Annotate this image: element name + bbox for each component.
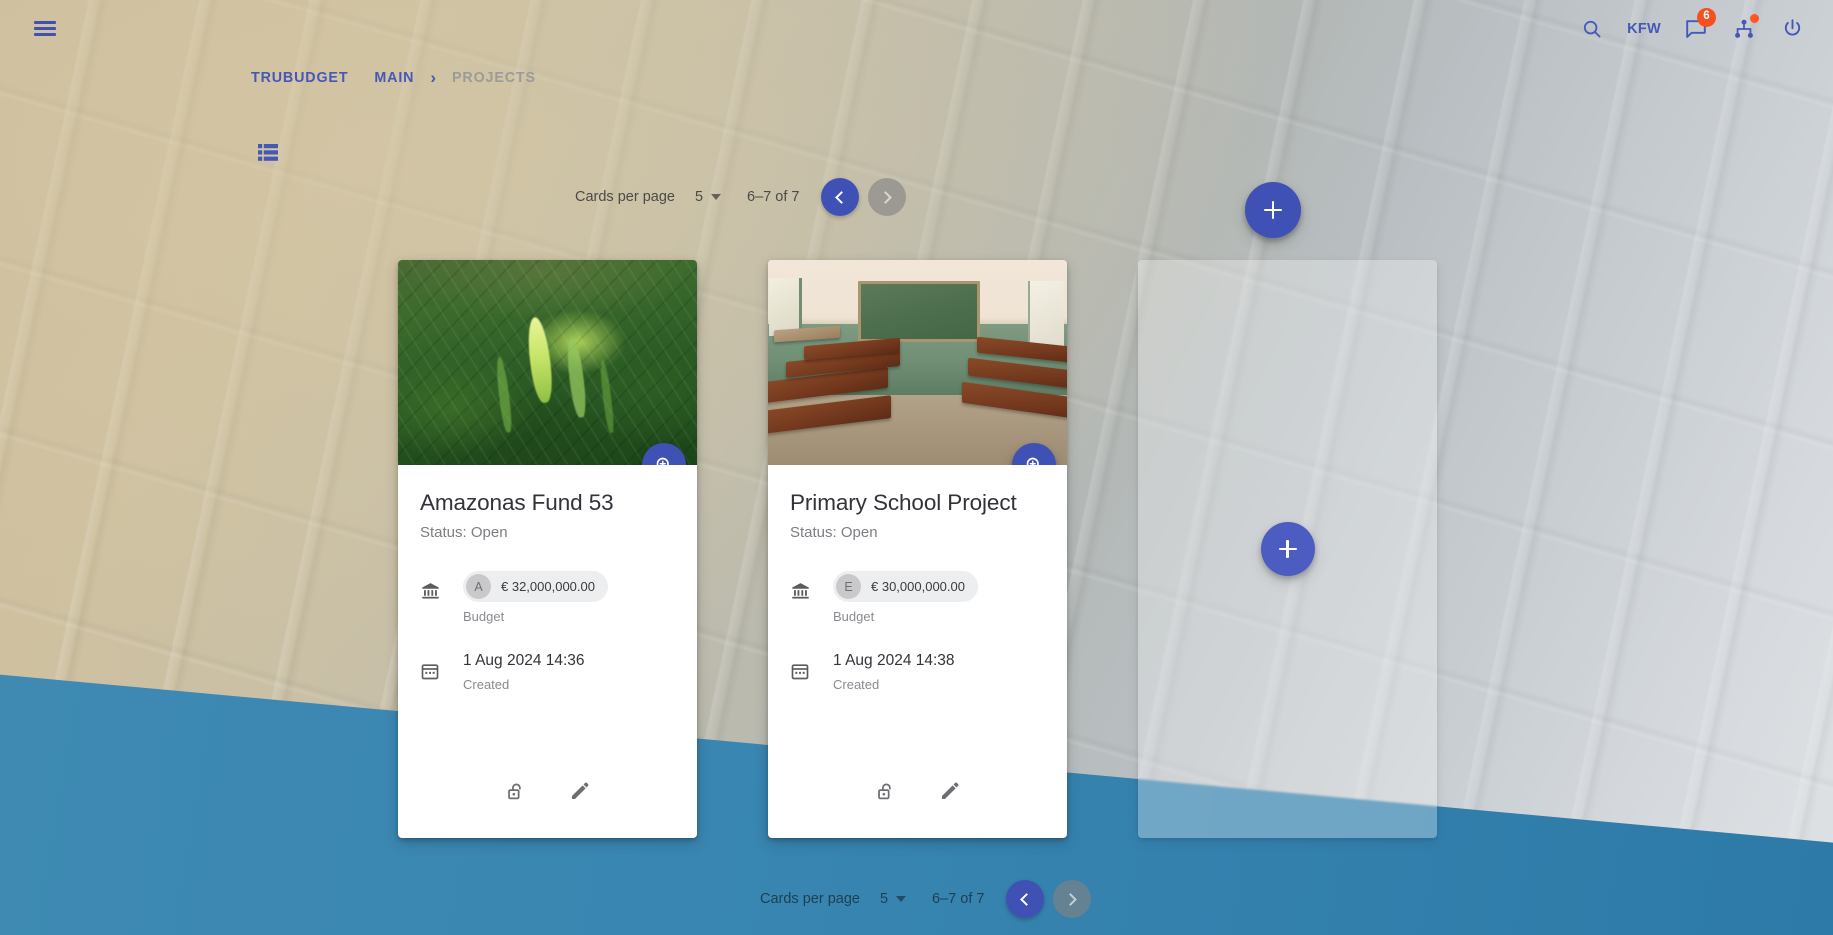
breadcrumb-item-trubudget[interactable]: TRUBUDGET bbox=[238, 70, 361, 86]
calendar-icon bbox=[420, 652, 448, 681]
pencil-icon bbox=[571, 782, 589, 799]
budget-organization-avatar: A bbox=[466, 574, 491, 599]
breadcrumb-item-main[interactable]: MAIN bbox=[361, 70, 427, 86]
project-card[interactable]: Primary School Project Status: Open E € … bbox=[768, 260, 1067, 838]
top-bar: KFW 6 bbox=[0, 0, 1833, 57]
network-status-dot bbox=[1750, 13, 1759, 23]
project-card-actions bbox=[768, 762, 1067, 838]
pagination-next-button bbox=[1053, 880, 1092, 918]
created-date: 1 Aug 2024 14:36 bbox=[463, 652, 585, 669]
budget-chip[interactable]: E € 30,000,000.00 bbox=[833, 571, 978, 602]
list-view-toggle-button[interactable] bbox=[248, 132, 288, 172]
cards-per-page-label: Cards per page bbox=[575, 189, 675, 205]
chevron-down-icon bbox=[711, 194, 722, 200]
budget-caption: Budget bbox=[463, 609, 505, 624]
classroom-window bbox=[769, 278, 803, 336]
edit-button[interactable] bbox=[929, 770, 971, 812]
project-card-body: Primary School Project Status: Open E € … bbox=[768, 465, 1067, 762]
search-icon bbox=[1583, 20, 1601, 37]
chevron-down-icon bbox=[896, 896, 907, 902]
network-button[interactable] bbox=[1721, 6, 1767, 52]
bank-icon bbox=[420, 571, 448, 601]
bank-icon bbox=[790, 571, 818, 601]
pagination-range-label: 6–7 of 7 bbox=[932, 891, 985, 907]
budget-amount: € 32,000,000.00 bbox=[501, 579, 595, 594]
chevron-right-icon bbox=[1064, 892, 1078, 906]
project-budget-body: E € 30,000,000.00 Budget bbox=[833, 571, 978, 624]
zoom-in-icon bbox=[656, 457, 669, 465]
organization-label: KFW bbox=[1627, 20, 1661, 37]
pagination-range-label: 6–7 of 7 bbox=[747, 189, 800, 205]
project-zoom-button[interactable] bbox=[642, 443, 686, 465]
list-view-icon bbox=[258, 143, 278, 161]
created-caption: Created bbox=[463, 677, 510, 692]
project-created-row: 1 Aug 2024 14:36 Created bbox=[420, 652, 675, 692]
created-date: 1 Aug 2024 14:38 bbox=[833, 652, 955, 669]
project-card[interactable]: Amazonas Fund 53 Status: Open A € 32,000… bbox=[398, 260, 697, 838]
chevron-left-icon bbox=[1020, 892, 1034, 906]
budget-caption: Budget bbox=[833, 609, 875, 624]
pagination-bottom: Cards per page 5 6–7 of 7 bbox=[760, 880, 1100, 918]
cards-per-page-label: Cards per page bbox=[760, 891, 860, 907]
classroom-chalkboard bbox=[857, 280, 981, 342]
project-budget-body: A € 32,000,000.00 Budget bbox=[463, 571, 608, 624]
project-card-image bbox=[768, 260, 1067, 465]
pagination-next-button bbox=[868, 178, 907, 216]
project-created-body: 1 Aug 2024 14:38 Created bbox=[833, 652, 955, 692]
pagination-prev-button[interactable] bbox=[1006, 880, 1045, 918]
project-budget-row: A € 32,000,000.00 Budget bbox=[420, 571, 675, 624]
notifications-badge: 6 bbox=[1697, 7, 1716, 27]
project-status: Status: Open bbox=[420, 524, 508, 541]
project-title: Primary School Project bbox=[790, 490, 1017, 515]
add-project-card-fab[interactable] bbox=[1260, 522, 1315, 576]
zoom-in-icon bbox=[1026, 457, 1039, 465]
logout-button[interactable] bbox=[1769, 6, 1815, 52]
project-budget-row: E € 30,000,000.00 Budget bbox=[790, 571, 1045, 624]
permissions-button[interactable] bbox=[865, 770, 907, 812]
budget-organization-avatar: E bbox=[836, 574, 861, 599]
project-title: Amazonas Fund 53 bbox=[420, 490, 614, 515]
hamburger-menu-button[interactable] bbox=[22, 6, 68, 52]
breadcrumb: TRUBUDGET MAIN › PROJECTS bbox=[238, 68, 549, 88]
projects-page: KFW 6 TRUBUDGET MAIN › PROJECTS Cards pe… bbox=[0, 0, 1833, 935]
cards-per-page-value: 5 bbox=[879, 891, 889, 907]
plus-icon bbox=[1278, 539, 1298, 559]
pagination-prev-button[interactable] bbox=[821, 178, 860, 216]
hamburger-menu-icon bbox=[34, 18, 56, 40]
chevron-right-icon bbox=[879, 190, 893, 204]
cards-per-page-select[interactable]: 5 bbox=[879, 891, 907, 907]
plus-icon bbox=[1263, 200, 1283, 220]
project-created-body: 1 Aug 2024 14:36 Created bbox=[463, 652, 585, 692]
open-lock-icon bbox=[508, 782, 521, 799]
project-status: Status: Open bbox=[790, 524, 878, 541]
budget-chip[interactable]: A € 32,000,000.00 bbox=[463, 571, 608, 602]
budget-amount: € 30,000,000.00 bbox=[871, 579, 965, 594]
add-project-fab[interactable] bbox=[1245, 182, 1301, 238]
pagination-top: Cards per page 5 6–7 of 7 bbox=[575, 178, 915, 216]
project-card-body: Amazonas Fund 53 Status: Open A € 32,000… bbox=[398, 465, 697, 762]
notifications-button[interactable]: 6 bbox=[1673, 6, 1719, 52]
project-card-actions bbox=[398, 762, 697, 838]
breadcrumb-item-projects: PROJECTS bbox=[452, 70, 536, 86]
open-lock-icon bbox=[878, 782, 891, 799]
permissions-button[interactable] bbox=[495, 770, 537, 812]
project-card-list: Amazonas Fund 53 Status: Open A € 32,000… bbox=[398, 260, 1437, 838]
add-project-placeholder-card[interactable] bbox=[1138, 260, 1437, 838]
created-caption: Created bbox=[833, 677, 880, 692]
cards-per-page-select[interactable]: 5 bbox=[694, 189, 722, 205]
power-icon bbox=[1784, 19, 1800, 36]
cards-per-page-value: 5 bbox=[694, 189, 704, 205]
chevron-right-icon: › bbox=[430, 68, 437, 87]
chevron-left-icon bbox=[835, 190, 849, 204]
pencil-icon bbox=[941, 782, 959, 799]
project-created-row: 1 Aug 2024 14:38 Created bbox=[790, 652, 1045, 692]
project-card-image bbox=[398, 260, 697, 465]
edit-button[interactable] bbox=[559, 770, 601, 812]
calendar-icon bbox=[790, 652, 818, 681]
top-bar-actions: KFW 6 bbox=[1569, 6, 1815, 52]
search-button[interactable] bbox=[1569, 6, 1615, 52]
